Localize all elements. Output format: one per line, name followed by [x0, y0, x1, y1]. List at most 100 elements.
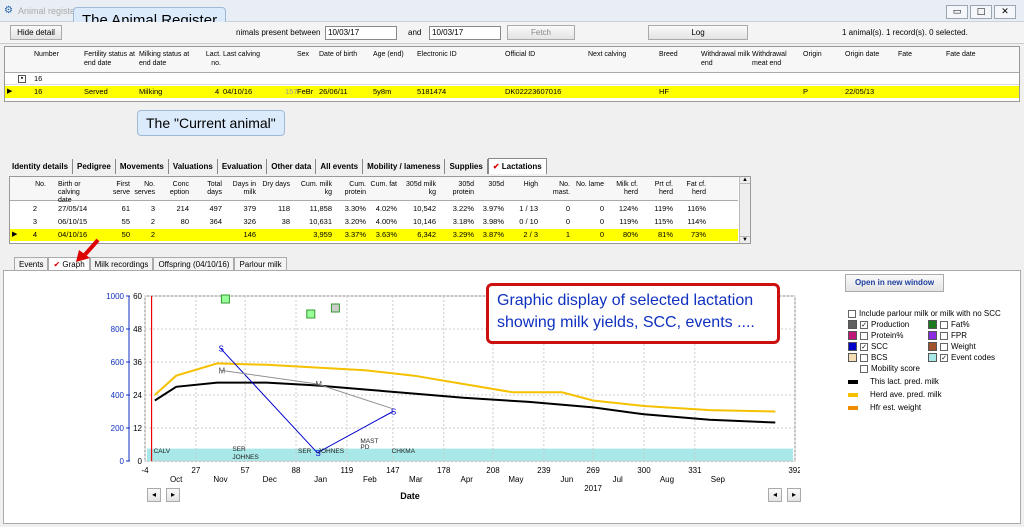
tab-mobility-lameness[interactable]: Mobility / lameness: [363, 159, 446, 174]
lact-col-header[interactable]: Cum. milk kg: [294, 181, 332, 197]
chart-next-right-icon[interactable]: ▸: [787, 488, 801, 502]
legend-item-bcs[interactable]: BCS: [848, 352, 928, 363]
lact-col-header[interactable]: No. mast.: [542, 181, 570, 197]
fetch-button[interactable]: Fetch: [507, 25, 575, 40]
tab-identity-details[interactable]: Identity details: [8, 159, 74, 174]
event-marker-icon[interactable]: [330, 303, 340, 313]
tab-pedigree[interactable]: Pedigree: [73, 159, 116, 174]
lact-col-header[interactable]: 305d protein: [440, 181, 474, 197]
lact-row[interactable]: ▶ 4 04/10/16 50 2 146 3,959 3.37% 3.63% 6,342 3.29…: [10, 229, 738, 241]
animals-col-header[interactable]: Fate: [898, 50, 945, 59]
close-button[interactable]: ✕: [994, 5, 1016, 19]
current-animal-row[interactable]: ▶ 16 Served Milking 4 04/10/16 157 FeBr 26/06/1…: [5, 86, 1019, 98]
event-marker-icon[interactable]: [306, 309, 316, 319]
subtab-events[interactable]: Events: [14, 257, 49, 271]
lact-col-header[interactable]: High: [508, 181, 538, 189]
lact-col-header[interactable]: First serve: [100, 181, 130, 197]
group-row[interactable]: ▪ 16: [5, 73, 1019, 85]
animals-col-header[interactable]: Age (end): [373, 50, 416, 59]
legend-line: Herd ave. pred. milk: [848, 389, 1020, 400]
tab-supplies[interactable]: Supplies: [445, 159, 488, 174]
tab-other-data[interactable]: Other data: [267, 159, 317, 174]
chart-legend: Include parlour milk or milk with no SCC…: [848, 308, 1020, 413]
animals-col-header[interactable]: Lact. no.: [198, 50, 221, 68]
legend-item-scc[interactable]: ✓ SCC: [848, 341, 928, 352]
minimize-button[interactable]: ▭: [946, 5, 968, 19]
animals-col-header[interactable]: Electronic ID: [417, 50, 504, 59]
mobility-checkbox[interactable]: Mobility score: [848, 363, 1020, 374]
lact-col-header[interactable]: No. lame: [574, 181, 604, 189]
lact-col-header[interactable]: Fat cf. herd: [676, 181, 706, 197]
log-button[interactable]: Log: [648, 25, 748, 40]
include-parlour-checkbox[interactable]: Include parlour milk or milk with no SCC: [848, 308, 1020, 319]
and-label: and: [408, 28, 422, 37]
y-right-tick: 36: [133, 358, 142, 367]
animals-col-header[interactable]: Fate date: [946, 50, 1015, 59]
tab-all-events[interactable]: All events: [316, 159, 364, 174]
lact-col-header[interactable]: Days in milk: [224, 181, 256, 197]
lact-col-header[interactable]: Prt cf. herd: [642, 181, 673, 197]
animals-col-header[interactable]: Official ID: [505, 50, 587, 59]
lact-cell: 0: [599, 217, 604, 226]
lactations-scrollbar[interactable]: ▲ ▼: [739, 177, 750, 243]
collapse-icon[interactable]: ▪: [18, 75, 26, 83]
legend-item-production[interactable]: ✓ Production: [848, 319, 928, 330]
event-marker-icon[interactable]: [220, 294, 230, 304]
tab-lactations[interactable]: ✔ Lactations: [487, 158, 547, 174]
lact-col-header[interactable]: Dry days: [260, 181, 290, 189]
legend-item-eventcodes[interactable]: ✓ Event codes: [928, 352, 1018, 363]
legend-item-fpr[interactable]: FPR: [928, 330, 1018, 341]
lact-col-header[interactable]: Birth or calving date: [58, 181, 92, 205]
legend-item-weight[interactable]: Weight: [928, 341, 1018, 352]
hide-detail-button[interactable]: Hide detail: [10, 25, 62, 40]
lact-col-header[interactable]: 305d milk kg: [400, 181, 436, 197]
legend-item-protein[interactable]: Protein%: [848, 330, 928, 341]
date-to-input[interactable]: 10/03/17: [429, 26, 501, 40]
date-from-input[interactable]: 10/03/17: [325, 26, 397, 40]
lact-row[interactable]: 2 27/05/14 61 3 214 497 379 118 11,858 3.30% 4.02%…: [10, 203, 738, 215]
tab-evaluation[interactable]: Evaluation: [218, 159, 268, 174]
animals-col-header[interactable]: Last calving: [223, 50, 273, 59]
animals-col-header[interactable]: Milking status at end date: [139, 50, 197, 68]
chart-prev-right-icon[interactable]: ◂: [768, 488, 782, 502]
scroll-up-icon[interactable]: ▲: [740, 177, 750, 184]
animals-col-header[interactable]: Next calving: [588, 50, 658, 59]
lact-cell: 3: [32, 217, 38, 226]
animals-col-header[interactable]: Sex: [297, 50, 318, 59]
animals-col-header[interactable]: Withdrawal milk end: [701, 50, 751, 68]
chart-prev-left-icon[interactable]: ◂: [147, 488, 161, 502]
tab-valuations[interactable]: Valuations: [169, 159, 218, 174]
legend-item-fat[interactable]: Fat%: [928, 319, 1018, 330]
animals-col-header[interactable]: Number: [34, 50, 83, 59]
animals-col-header[interactable]: Origin: [803, 50, 844, 59]
maximize-button[interactable]: □: [970, 5, 992, 19]
lact-col-header[interactable]: Total days: [194, 181, 222, 197]
open-new-window-button[interactable]: Open in new window: [845, 274, 944, 292]
month-label: Mar: [409, 475, 423, 484]
color-swatch: [848, 320, 857, 330]
animals-col-header[interactable]: Withdrawal meat end: [752, 50, 802, 68]
animals-col-header[interactable]: Breed: [659, 50, 700, 59]
lact-cell: 2: [32, 204, 38, 213]
lact-cell: 119%: [619, 217, 638, 226]
scroll-down-icon[interactable]: ▼: [740, 236, 750, 243]
subtab-offspring-04-10-16-[interactable]: Offspring (04/10/16): [153, 257, 235, 271]
lact-col-header[interactable]: No.: [24, 181, 46, 189]
checkbox-icon: [860, 331, 868, 340]
animals-col-header[interactable]: Origin date: [845, 50, 897, 59]
chart-next-left-icon[interactable]: ▸: [166, 488, 180, 502]
lact-cell: 114%: [687, 217, 706, 226]
animals-col-header[interactable]: Date of birth: [319, 50, 372, 59]
lact-col-header[interactable]: Conc eption: [160, 181, 189, 197]
subtab-parlour-milk[interactable]: Parlour milk: [234, 257, 287, 271]
lact-row[interactable]: 3 06/10/15 55 2 80 364 326 38 10,631 3.20% 4.00% 10…: [10, 216, 738, 228]
lact-col-header[interactable]: 305d: [478, 181, 504, 189]
lact-cell: 379: [243, 204, 256, 213]
lact-col-header[interactable]: No. serves: [134, 181, 155, 197]
animals-col-header[interactable]: Fertility status at end date: [84, 50, 138, 68]
x-tick: 331: [688, 466, 702, 475]
tab-movements[interactable]: Movements: [116, 159, 169, 174]
lact-col-header[interactable]: Cum. fat: [370, 181, 397, 189]
lact-col-header[interactable]: Milk cf. herd: [608, 181, 638, 197]
lact-col-header[interactable]: Cum. protein: [336, 181, 366, 197]
